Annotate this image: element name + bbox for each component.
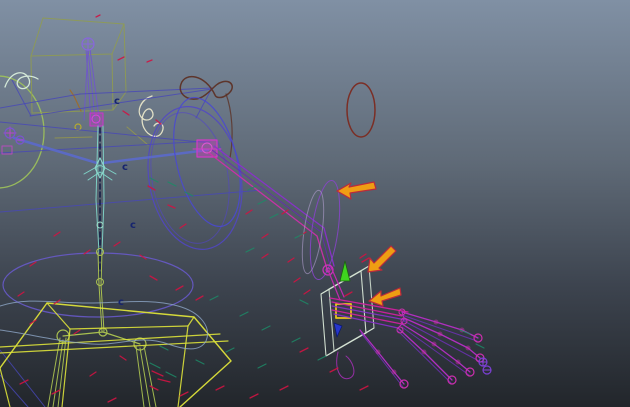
mint-loop-curve[interactable] <box>4 72 39 90</box>
left-shoulder-circle-control[interactable] <box>0 75 45 189</box>
svg-text:c: c <box>130 220 136 231</box>
right-corner-joint-ticks[interactable] <box>478 357 492 371</box>
joint-label-4: c <box>118 297 124 308</box>
cream-flower-curve[interactable] <box>138 95 164 138</box>
joint-label-2: c <box>122 162 128 173</box>
annotation-arrow-elbow <box>336 181 377 200</box>
joint-label-1: c <box>114 96 120 107</box>
leg-bones[interactable] <box>47 337 157 407</box>
lower-spine-bones[interactable] <box>97 251 105 332</box>
annotation-arrow-wrist-mid <box>368 287 402 307</box>
wrist-to-palm-bones[interactable] <box>327 266 345 301</box>
spine-bone-outline-b[interactable] <box>101 125 105 253</box>
chest-circle-control-outer[interactable] <box>137 99 253 257</box>
wrist-box-control-front[interactable] <box>320 270 367 357</box>
head-target-circle-control[interactable] <box>346 82 376 138</box>
finger-thumb[interactable] <box>359 329 405 385</box>
cog-hexagon-inner-edges[interactable] <box>0 302 229 407</box>
svg-text:c: c <box>118 297 124 308</box>
viewport-canvas[interactable]: c c c c <box>0 0 630 407</box>
head-orange-bone[interactable] <box>69 89 82 112</box>
arm-bone-c[interactable] <box>211 149 332 270</box>
spine-joint-3[interactable] <box>96 278 104 286</box>
arm-bone-a[interactable] <box>213 145 335 267</box>
neck-wires[interactable] <box>54 126 149 146</box>
svg-text:c: c <box>114 96 120 107</box>
body-cage-lines[interactable] <box>0 79 263 407</box>
spine-bone-outline[interactable] <box>95 125 100 253</box>
annotation-arrow-wrist-top <box>367 245 397 273</box>
elbow-ghost-ellipse[interactable] <box>298 189 328 275</box>
cog-hexagon-control[interactable] <box>0 302 232 407</box>
shoulder-loop-tail[interactable] <box>225 93 233 159</box>
head-box-control-front[interactable] <box>30 53 114 114</box>
manipulator-up-arrow[interactable] <box>339 260 351 282</box>
palm-bone-bundle-a[interactable] <box>329 297 409 325</box>
svg-text:c: c <box>122 162 128 173</box>
head-box-control-top[interactable] <box>30 17 125 57</box>
maya-viewport[interactable]: c c c c <box>0 0 630 407</box>
hand-curve-loop[interactable] <box>336 351 355 380</box>
manipulator-down-arrow[interactable] <box>333 322 343 338</box>
chest-circle-control-inner[interactable] <box>141 106 239 249</box>
joint-label-3: c <box>130 220 136 231</box>
